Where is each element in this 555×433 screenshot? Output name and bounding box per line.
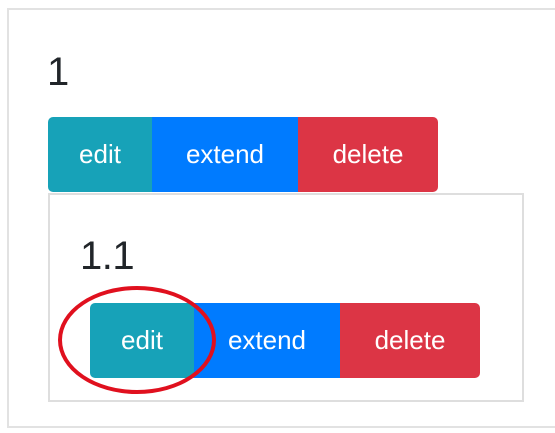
item-1-1-delete-button[interactable]: delete bbox=[340, 303, 480, 378]
item-title-1: 1 bbox=[47, 50, 69, 94]
item-1-edit-button[interactable]: edit bbox=[48, 117, 152, 192]
item-1-extend-button[interactable]: extend bbox=[152, 117, 298, 192]
page: 1 edit extend delete 1.1 edit extend del… bbox=[0, 0, 555, 433]
item-1-button-group: edit extend delete bbox=[48, 117, 438, 192]
item-1-1-edit-button[interactable]: edit bbox=[90, 303, 194, 378]
item-1-1-button-group: edit extend delete bbox=[90, 303, 480, 378]
item-1-delete-button[interactable]: delete bbox=[298, 117, 438, 192]
item-1-1-extend-button[interactable]: extend bbox=[194, 303, 340, 378]
item-title-1-1: 1.1 bbox=[80, 234, 135, 278]
